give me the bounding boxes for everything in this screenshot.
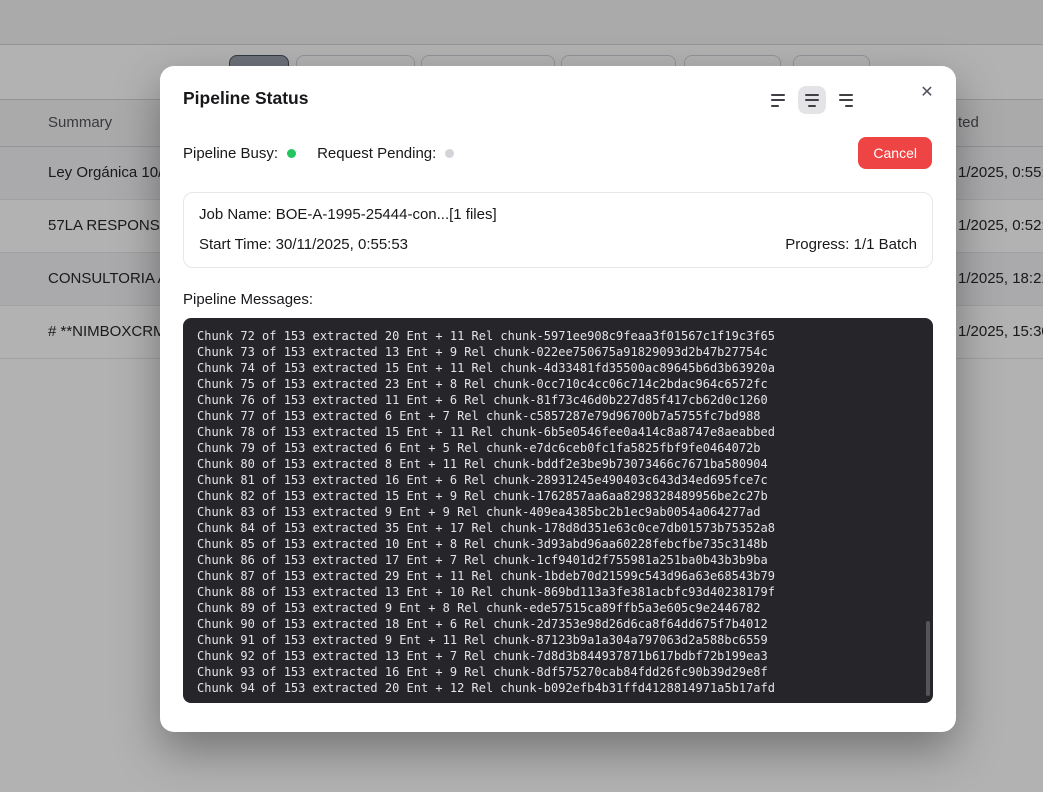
request-pending-indicator [445,148,455,158]
log-line: Chunk 86 of 153 extracted 17 Ent + 7 Rel… [197,553,768,567]
log-line: Chunk 77 of 153 extracted 6 Ent + 7 Rel … [197,409,761,423]
cancel-button[interactable]: Cancel [858,137,932,169]
log-line: Chunk 74 of 153 extracted 15 Ent + 11 Re… [197,361,775,375]
align-center-button[interactable] [798,86,826,114]
dialog-header: Pipeline Status ✕ [160,66,956,114]
job-name-text: Job Name: BOE-A-1995-25444-con...[1 file… [199,206,497,223]
align-center-icon [804,93,820,107]
log-line: Chunk 90 of 153 extracted 18 Ent + 6 Rel… [197,617,768,631]
log-line: Chunk 73 of 153 extracted 13 Ent + 9 Rel… [197,345,768,359]
align-left-icon [770,93,786,107]
log-line: Chunk 93 of 153 extracted 16 Ent + 9 Rel… [197,665,768,679]
log-line: Chunk 81 of 153 extracted 16 Ent + 6 Rel… [197,473,768,487]
log-line: Chunk 82 of 153 extracted 15 Ent + 9 Rel… [197,489,768,503]
log-line: Chunk 75 of 153 extracted 23 Ent + 8 Rel… [197,377,768,391]
log-line: Chunk 92 of 153 extracted 13 Ent + 7 Rel… [197,649,768,663]
align-left-button[interactable] [764,86,792,114]
log-line: Chunk 79 of 153 extracted 6 Ent + 5 Rel … [197,441,761,455]
log-density-toggle-group [764,86,860,114]
job-start-time-text: Start Time: 30/11/2025, 0:55:53 [199,236,409,253]
log-line: Chunk 89 of 153 extracted 9 Ent + 8 Rel … [197,601,761,615]
pipeline-busy-indicator [287,148,297,158]
job-progress-text: Progress: 1/1 Batch [785,236,917,253]
log-line: Chunk 72 of 153 extracted 20 Ent + 11 Re… [197,329,775,343]
pipeline-busy-label: Pipeline Busy: [183,144,279,162]
log-line: Chunk 84 of 153 extracted 35 Ent + 17 Re… [197,521,775,535]
log-line: Chunk 80 of 153 extracted 8 Ent + 11 Rel… [197,457,768,471]
log-line: Chunk 83 of 153 extracted 9 Ent + 9 Rel … [197,505,761,519]
log-line: Chunk 87 of 153 extracted 29 Ent + 11 Re… [197,569,775,583]
log-line: Chunk 76 of 153 extracted 11 Ent + 6 Rel… [197,393,768,407]
close-icon[interactable]: ✕ [914,80,940,106]
job-info-card: Job Name: BOE-A-1995-25444-con...[1 file… [183,192,933,268]
pipeline-messages-label: Pipeline Messages: [183,291,314,308]
log-line: Chunk 78 of 153 extracted 15 Ent + 11 Re… [197,425,775,439]
log-line: Chunk 94 of 153 extracted 20 Ent + 12 Re… [197,681,775,695]
pipeline-messages-log[interactable]: Chunk 72 of 153 extracted 20 Ent + 11 Re… [183,318,933,703]
log-line: Chunk 91 of 153 extracted 9 Ent + 11 Rel… [197,633,768,647]
log-line: Chunk 85 of 153 extracted 10 Ent + 8 Rel… [197,537,768,551]
pipeline-status-row: Pipeline Busy: Request Pending: Cancel [183,137,932,169]
align-right-icon [838,93,854,107]
align-right-button[interactable] [832,86,860,114]
app-window: Summary ted Ley Orgánica 10/ 1/2025, 0:5… [0,0,1043,792]
request-pending-label: Request Pending: [317,144,437,162]
log-line: Chunk 88 of 153 extracted 13 Ent + 10 Re… [197,585,775,599]
log-lines: Chunk 72 of 153 extracted 20 Ent + 11 Re… [197,328,919,696]
pipeline-status-dialog: Pipeline Status ✕ Pipeline Busy: Request… [160,66,956,732]
log-scrollbar-thumb[interactable] [926,621,930,696]
